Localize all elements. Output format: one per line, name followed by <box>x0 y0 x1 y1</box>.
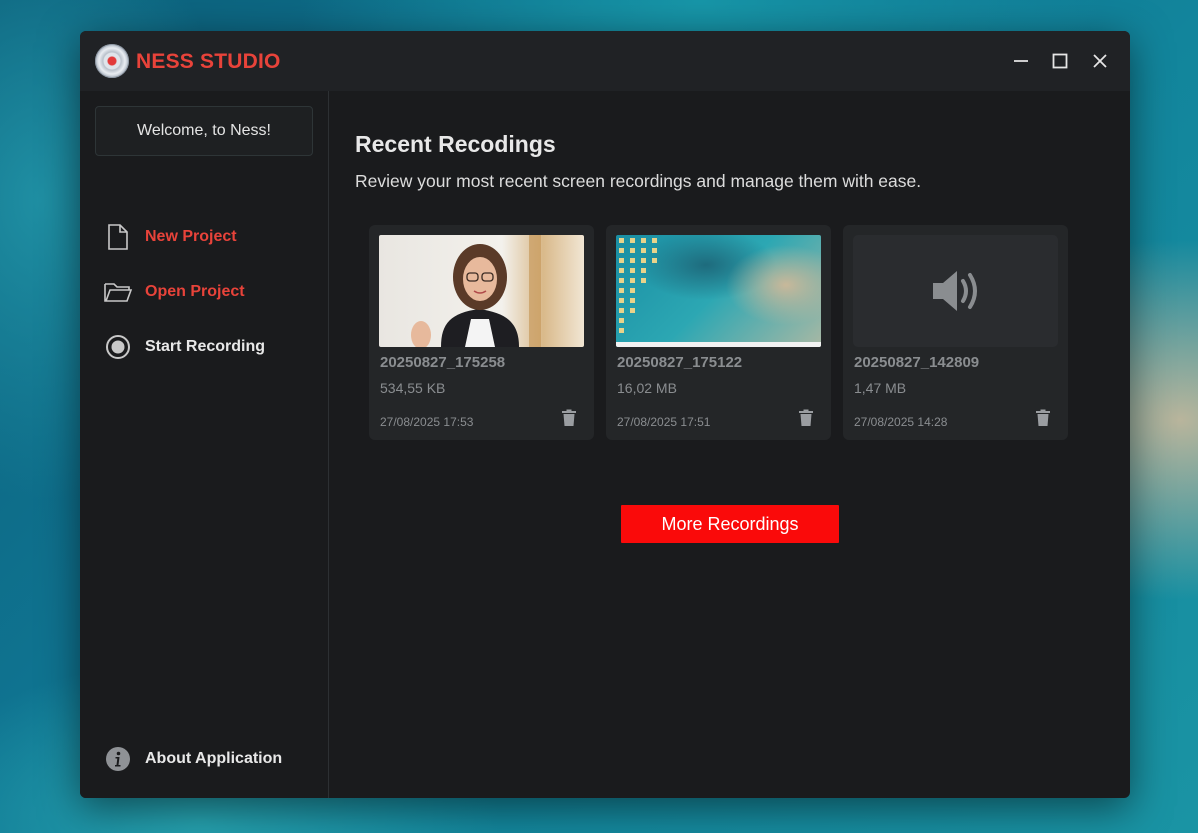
desktop-thumbnail <box>616 235 821 347</box>
info-icon <box>102 743 134 775</box>
recording-card[interactable]: 20250827_142809 1,47 MB 27/08/2025 14:28 <box>843 225 1068 440</box>
sidebar-item-start-recording[interactable]: Start Recording <box>102 331 265 363</box>
recording-card[interactable]: 20250827_175122 16,02 MB 27/08/2025 17:5… <box>606 225 831 440</box>
folder-icon <box>102 276 134 308</box>
file-icon <box>102 221 134 253</box>
page-title: Recent Recodings <box>355 131 556 157</box>
sidebar-item-label: Start Recording <box>145 338 266 355</box>
maximize-icon <box>1052 53 1068 69</box>
more-recordings-button[interactable]: More Recordings <box>621 505 839 543</box>
recording-date: 27/08/2025 17:53 <box>380 415 474 429</box>
sidebar-item-label: New Project <box>145 228 237 245</box>
main-content: Recent Recodings Review your most recent… <box>329 91 1130 798</box>
trash-icon[interactable] <box>561 409 577 427</box>
sidebar-item-new-project[interactable]: New Project <box>102 221 237 253</box>
speaker-icon <box>933 271 977 311</box>
minimize-button[interactable] <box>1006 46 1036 76</box>
page-subtitle: Review your most recent screen recording… <box>355 171 922 191</box>
sidebar: Welcome, to Ness! New Project Open Proje… <box>80 91 329 798</box>
recording-name: 20250827_142809 <box>854 354 980 371</box>
title-bar: NESS STUDIO <box>80 31 1130 91</box>
video-thumbnail <box>379 235 584 347</box>
close-icon <box>1093 54 1107 68</box>
audio-thumbnail <box>853 235 1058 347</box>
trash-icon[interactable] <box>798 409 814 427</box>
recording-size: 1,47 MB <box>854 380 907 396</box>
welcome-banner: Welcome, to Ness! <box>95 106 313 156</box>
maximize-button[interactable] <box>1045 46 1075 76</box>
about-label: About Application <box>145 750 283 767</box>
minimize-icon <box>1014 60 1028 62</box>
disc-logo-icon <box>95 44 129 78</box>
about-application-link[interactable]: About Application <box>102 743 282 775</box>
app-window: NESS STUDIO Welcome, to Ness! New Projec… <box>80 31 1130 798</box>
recording-size: 534,55 KB <box>380 380 446 396</box>
close-button[interactable] <box>1085 46 1115 76</box>
desktop-icons-thumbnail <box>616 238 821 347</box>
trash-icon[interactable] <box>1035 409 1051 427</box>
recording-date: 27/08/2025 17:51 <box>617 415 711 429</box>
recording-name: 20250827_175122 <box>617 354 743 371</box>
sidebar-item-label: Open Project <box>145 283 245 300</box>
recording-size: 16,02 MB <box>617 380 677 396</box>
app-title: NESS STUDIO <box>136 50 281 73</box>
person-thumbnail-icon <box>411 235 541 347</box>
recording-name: 20250827_175258 <box>380 354 506 371</box>
record-icon <box>102 331 134 363</box>
recording-date: 27/08/2025 14:28 <box>854 415 948 429</box>
sidebar-item-open-project[interactable]: Open Project <box>102 276 245 308</box>
recording-card[interactable]: 20250827_175258 534,55 KB 27/08/2025 17:… <box>369 225 594 440</box>
